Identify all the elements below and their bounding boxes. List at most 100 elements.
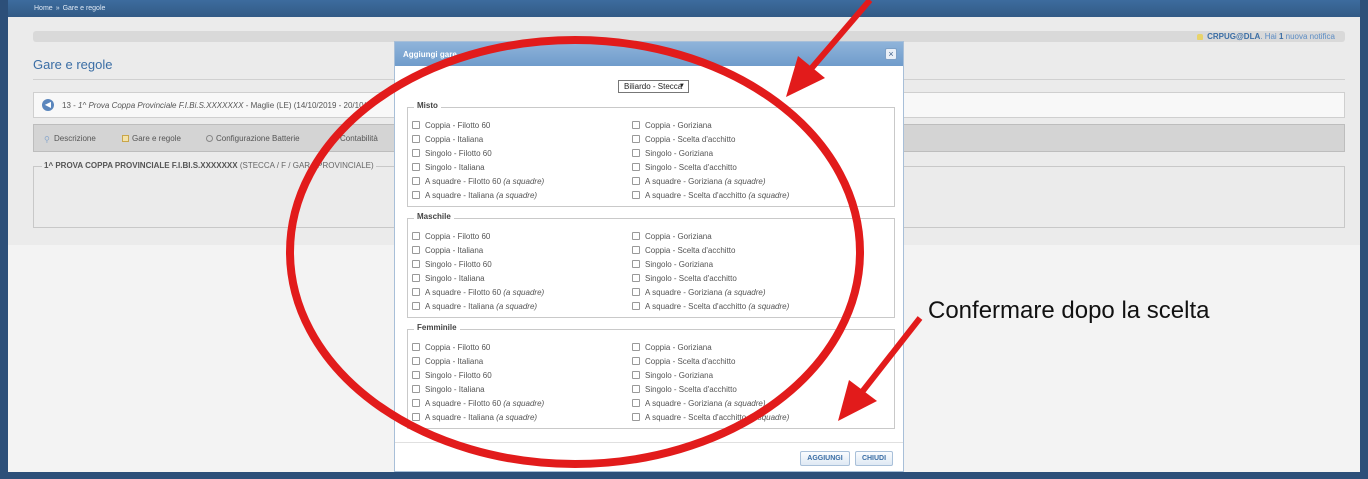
option-checkbox[interactable]: A squadre - Italiana (a squadre) <box>412 302 537 311</box>
checkbox[interactable] <box>412 177 420 185</box>
discipline-select[interactable]: Biliardo - Stecca ▼ <box>618 80 689 93</box>
option-checkbox[interactable]: Coppia - Filotto 60 <box>412 121 490 130</box>
tab-configurazione-batterie[interactable]: Configurazione Batterie <box>206 134 300 143</box>
tab-label: Descrizione <box>54 134 96 143</box>
option-checkbox[interactable]: Singolo - Filotto 60 <box>412 260 492 269</box>
checkbox[interactable] <box>632 163 640 171</box>
notification-text[interactable]: CRPUG@DLA. Hai 1 nuova notifica <box>1197 32 1335 41</box>
option-checkbox[interactable]: Singolo - Scelta d'acchitto <box>632 274 737 283</box>
option-checkbox[interactable]: Singolo - Italiana <box>412 163 485 172</box>
close-button[interactable]: CHIUDI <box>855 451 893 466</box>
option-checkbox[interactable]: Coppia - Filotto 60 <box>412 343 490 352</box>
option-checkbox[interactable]: Singolo - Filotto 60 <box>412 149 492 158</box>
option-checkbox[interactable]: A squadre - Italiana (a squadre) <box>412 191 537 200</box>
checkbox[interactable] <box>632 135 640 143</box>
checkbox[interactable] <box>632 385 640 393</box>
option-checkbox[interactable]: Singolo - Filotto 60 <box>412 371 492 380</box>
option-checkbox[interactable]: Coppia - Goriziana <box>632 121 712 130</box>
notification-suffix: nuova notifica <box>1285 32 1335 41</box>
chevron-down-icon: ▼ <box>679 83 685 89</box>
checkbox[interactable] <box>632 149 640 157</box>
checkbox[interactable] <box>412 274 420 282</box>
checkbox[interactable] <box>412 135 420 143</box>
option-checkbox[interactable]: Singolo - Scelta d'acchitto <box>632 163 737 172</box>
checkbox[interactable] <box>412 260 420 268</box>
option-checkbox[interactable]: Coppia - Scelta d'acchitto <box>632 135 735 144</box>
checkbox[interactable] <box>632 371 640 379</box>
option-checkbox[interactable]: Singolo - Italiana <box>412 385 485 394</box>
search-icon: ⚲ <box>44 135 50 144</box>
notification-count: 1 <box>1278 32 1284 41</box>
option-checkbox[interactable]: Coppia - Italiana <box>412 357 483 366</box>
checkbox[interactable] <box>632 288 640 296</box>
option-checkbox[interactable]: Singolo - Goriziana <box>632 371 713 380</box>
discipline-select-value: Biliardo - Stecca <box>624 82 683 91</box>
checkbox[interactable] <box>412 288 420 296</box>
option-checkbox[interactable]: A squadre - Filotto 60 (a squadre) <box>412 399 544 408</box>
race-title: 1^ PROVA COPPA PROVINCIALE F.I.BI.S.XXXX… <box>44 161 238 170</box>
annotation-label: Confermare dopo la scelta <box>928 297 1210 324</box>
checkbox[interactable] <box>412 232 420 240</box>
option-checkbox[interactable]: Singolo - Goriziana <box>632 260 713 269</box>
option-checkbox[interactable]: A squadre - Goriziana (a squadre) <box>632 177 766 186</box>
close-icon[interactable]: × <box>885 48 897 60</box>
option-checkbox[interactable]: Coppia - Goriziana <box>632 343 712 352</box>
checkbox[interactable] <box>632 121 640 129</box>
checkbox[interactable] <box>632 274 640 282</box>
option-checkbox[interactable]: Coppia - Scelta d'acchitto <box>632 246 735 255</box>
checkbox[interactable] <box>632 191 640 199</box>
tab-descrizione[interactable]: ⚲ Descrizione <box>44 134 96 144</box>
checkbox[interactable] <box>412 149 420 157</box>
event-info-text: 13 - 1^ Prova Coppa Provinciale F.I.Bi.S… <box>62 101 370 110</box>
checkbox[interactable] <box>412 399 420 407</box>
checkbox[interactable] <box>412 357 420 365</box>
checkbox[interactable] <box>632 399 640 407</box>
breadcrumb-home-link[interactable]: Home <box>34 5 53 12</box>
option-checkbox[interactable]: A squadre - Scelta d'acchitto (a squadre… <box>632 413 789 422</box>
option-checkbox[interactable]: Singolo - Scelta d'acchitto <box>632 385 737 394</box>
checkbox[interactable] <box>412 246 420 254</box>
tab-contabilita[interactable]: Contabilità <box>330 134 378 143</box>
checkbox[interactable] <box>412 385 420 393</box>
event-name: 1^ Prova Coppa Provinciale F.I.Bi.S.XXXX… <box>78 101 244 110</box>
back-arrow-icon[interactable]: ◀ <box>42 99 54 111</box>
window-frame-right <box>1360 0 1368 479</box>
option-checkbox[interactable]: A squadre - Goriziana (a squadre) <box>632 288 766 297</box>
checkbox[interactable] <box>632 260 640 268</box>
option-checkbox[interactable]: A squadre - Italiana (a squadre) <box>412 413 537 422</box>
option-checkbox[interactable]: Coppia - Italiana <box>412 246 483 255</box>
checkbox[interactable] <box>412 343 420 351</box>
checkbox[interactable] <box>632 413 640 421</box>
window-frame-left <box>0 0 8 479</box>
option-checkbox[interactable]: Coppia - Scelta d'acchitto <box>632 357 735 366</box>
checkbox[interactable] <box>412 121 420 129</box>
group-legend: Misto <box>414 101 441 110</box>
checkbox[interactable] <box>632 246 640 254</box>
checkbox[interactable] <box>632 177 640 185</box>
option-checkbox[interactable]: A squadre - Goriziana (a squadre) <box>632 399 766 408</box>
checkbox[interactable] <box>412 302 420 310</box>
option-checkbox[interactable]: Singolo - Goriziana <box>632 149 713 158</box>
option-checkbox[interactable]: A squadre - Scelta d'acchitto (a squadre… <box>632 302 789 311</box>
option-checkbox[interactable]: A squadre - Filotto 60 (a squadre) <box>412 177 544 186</box>
group-maschile: Maschile Coppia - Filotto 60 Coppia - Go… <box>407 212 895 318</box>
checkbox[interactable] <box>632 343 640 351</box>
option-checkbox[interactable]: Coppia - Italiana <box>412 135 483 144</box>
checkbox[interactable] <box>412 191 420 199</box>
option-checkbox[interactable]: Singolo - Italiana <box>412 274 485 283</box>
checkbox[interactable] <box>412 163 420 171</box>
tab-label: Contabilità <box>340 134 378 143</box>
checkbox[interactable] <box>412 371 420 379</box>
add-button[interactable]: AGGIUNGI <box>800 451 850 466</box>
option-checkbox[interactable]: A squadre - Filotto 60 (a squadre) <box>412 288 544 297</box>
notification-prefix: Hai <box>1264 32 1277 41</box>
option-checkbox[interactable]: Coppia - Goriziana <box>632 232 712 241</box>
tab-gare-e-regole[interactable]: Gare e regole <box>122 134 181 143</box>
checkbox[interactable] <box>412 413 420 421</box>
option-checkbox[interactable]: Coppia - Filotto 60 <box>412 232 490 241</box>
option-checkbox[interactable]: A squadre - Scelta d'acchitto (a squadre… <box>632 191 789 200</box>
checkbox[interactable] <box>632 302 640 310</box>
checkbox[interactable] <box>632 357 640 365</box>
checkbox[interactable] <box>632 232 640 240</box>
folder-icon <box>122 135 129 142</box>
